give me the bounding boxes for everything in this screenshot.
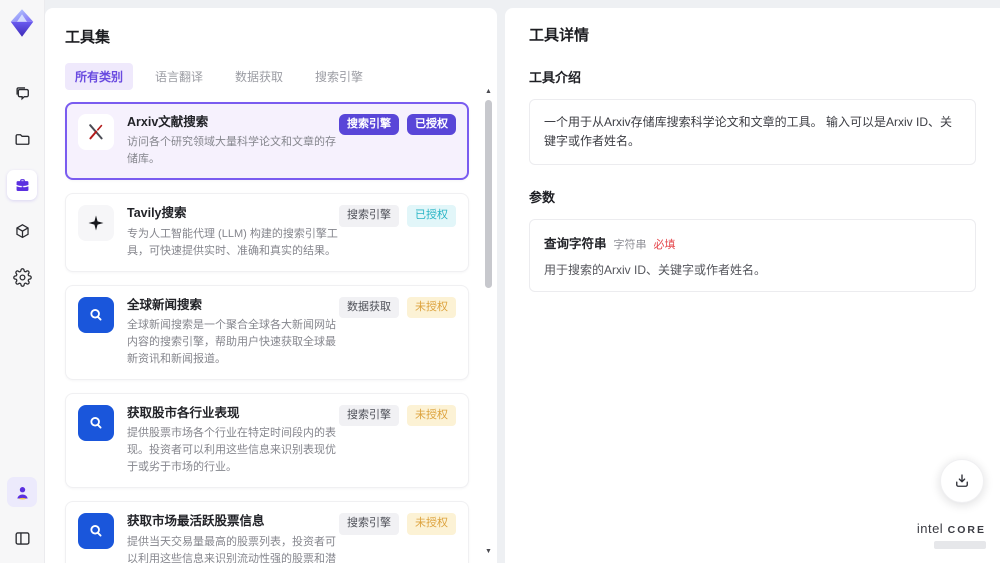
panel-toggle-icon	[14, 531, 30, 545]
download-icon	[956, 474, 968, 487]
category-badge: 搜索引擎	[339, 205, 399, 227]
tavily-star-icon	[78, 205, 114, 242]
page-title: 工具集	[65, 29, 111, 46]
news-search-icon	[78, 296, 114, 333]
status-badge: 已授权	[407, 205, 456, 227]
param-description: 用于搜索的Arxiv ID、关键字或作者姓名。	[544, 263, 767, 278]
intro-text: 一个用于从Arxiv存储库搜索科学论文和文章的工具。 输入可以是Arxiv ID…	[544, 115, 953, 149]
scrollbar-thumb[interactable]	[485, 100, 492, 288]
sidebar	[0, 0, 45, 563]
param-required-badge: 必填	[653, 239, 676, 252]
intel-core-text: CORE	[947, 524, 986, 537]
intel-tagline-blur	[934, 541, 986, 549]
category-badge: 搜索引擎	[339, 405, 399, 427]
briefcase-icon	[16, 178, 28, 191]
gear-icon	[12, 267, 32, 287]
intel-brand-text: intel	[916, 521, 944, 537]
tool-description: 访问各个研究领域大量科学论文和文章的存储库。	[127, 136, 336, 166]
news-search-icon	[78, 513, 114, 550]
intel-core-logo: intel CORE	[917, 520, 986, 549]
sidebar-item-packages[interactable]	[7, 216, 37, 246]
scroll-up-arrow[interactable]: ▲	[484, 88, 493, 95]
tool-card-active-stocks[interactable]: 获取市场最活跃股票信息 提供当天交易量最高的股票列表，投资者可以利用这些信息来识…	[65, 501, 469, 563]
category-badge: 数据获取	[339, 296, 399, 319]
param-type: 字符串	[613, 239, 647, 252]
app-logo-icon	[7, 8, 37, 38]
scroll-down-arrow[interactable]: ▼	[484, 548, 493, 555]
tool-name: Tavily搜索	[127, 206, 187, 221]
tool-description: 提供当天交易量最高的股票列表，投资者可以利用这些信息来识别流动性强的股票和潜在的…	[127, 535, 336, 563]
category-badge: 搜索引擎	[339, 114, 399, 136]
list-scrollbar[interactable]: ▲ ▼	[484, 88, 493, 555]
tab-search-engine[interactable]: 搜索引擎	[305, 63, 373, 90]
tool-name: 获取股市各行业表现	[127, 406, 240, 421]
tool-list-panel: 工具集 所有类别 语言翻译 数据获取 搜索引擎 Arxiv文献搜索 访问各个研究…	[45, 8, 497, 563]
tab-translation[interactable]: 语言翻译	[145, 63, 213, 90]
sidebar-item-settings[interactable]	[7, 262, 37, 292]
tool-description: 提供股票市场各个行业在特定时间段内的表现。投资者可以利用这些信息来识别表现优于或…	[127, 427, 336, 474]
category-badge: 搜索引擎	[339, 513, 399, 535]
tool-name: 全球新闻搜索	[127, 297, 203, 312]
tool-name: Arxiv文献搜索	[127, 115, 209, 129]
intro-card: 一个用于从Arxiv存储库搜索科学论文和文章的工具。 输入可以是Arxiv ID…	[529, 99, 976, 166]
tool-description: 全球新闻搜索是一个聚合全球各大新闻网站内容的搜索引擎，帮助用户快速获取全球最新资…	[127, 318, 336, 366]
tool-card-global-news[interactable]: 全球新闻搜索 全球新闻搜索是一个聚合全球各大新闻网站内容的搜索引擎，帮助用户快速…	[65, 284, 469, 381]
params-heading: 参数	[529, 190, 556, 206]
status-badge: 未授权	[407, 296, 456, 319]
user-icon	[16, 486, 28, 499]
tool-detail-panel: 工具详情 工具介绍 一个用于从Arxiv存储库搜索科学论文和文章的工具。 输入可…	[505, 8, 1000, 563]
tool-list: Arxiv文献搜索 访问各个研究领域大量科学论文和文章的存储库。 搜索引擎 已授…	[65, 102, 479, 563]
intro-heading: 工具介绍	[529, 70, 582, 85]
news-search-icon	[78, 405, 114, 442]
download-button[interactable]	[940, 459, 984, 503]
tab-all-categories[interactable]: 所有类别	[65, 63, 134, 90]
param-name: 查询字符串	[544, 237, 607, 252]
sidebar-item-tools[interactable]	[7, 170, 37, 200]
sidebar-item-chat[interactable]	[7, 78, 37, 108]
tool-description: 专为人工智能代理 (LLM) 构建的搜索引擎工具，可快速提供实时、准确和真实的结…	[127, 227, 338, 257]
status-badge: 未授权	[407, 513, 456, 535]
collapse-panel-button[interactable]	[7, 523, 37, 553]
param-card: 查询字符串 字符串 必填 用于搜索的Arxiv ID、关键字或作者姓名。	[529, 219, 976, 293]
tool-name: 获取市场最活跃股票信息	[127, 514, 265, 529]
sidebar-item-files[interactable]	[7, 124, 37, 154]
chat-icon	[15, 86, 29, 100]
folder-icon	[14, 133, 30, 145]
tool-card-sector-performance[interactable]: 获取股市各行业表现 提供股票市场各个行业在特定时间段内的表现。投资者可以利用这些…	[65, 393, 469, 489]
tab-data-fetch[interactable]: 数据获取	[225, 63, 293, 90]
cube-icon	[15, 223, 29, 238]
tool-card-tavily[interactable]: Tavily搜索 专为人工智能代理 (LLM) 构建的搜索引擎工具，可快速提供实…	[65, 193, 469, 272]
status-badge: 已授权	[407, 114, 456, 136]
arxiv-logo-icon	[78, 114, 114, 150]
category-tabs: 所有类别 语言翻译 数据获取 搜索引擎	[65, 63, 479, 90]
tool-card-arxiv[interactable]: Arxiv文献搜索 访问各个研究领域大量科学论文和文章的存储库。 搜索引擎 已授…	[65, 102, 469, 181]
user-avatar[interactable]	[7, 477, 37, 507]
status-badge: 未授权	[407, 405, 456, 427]
detail-title: 工具详情	[529, 27, 590, 44]
